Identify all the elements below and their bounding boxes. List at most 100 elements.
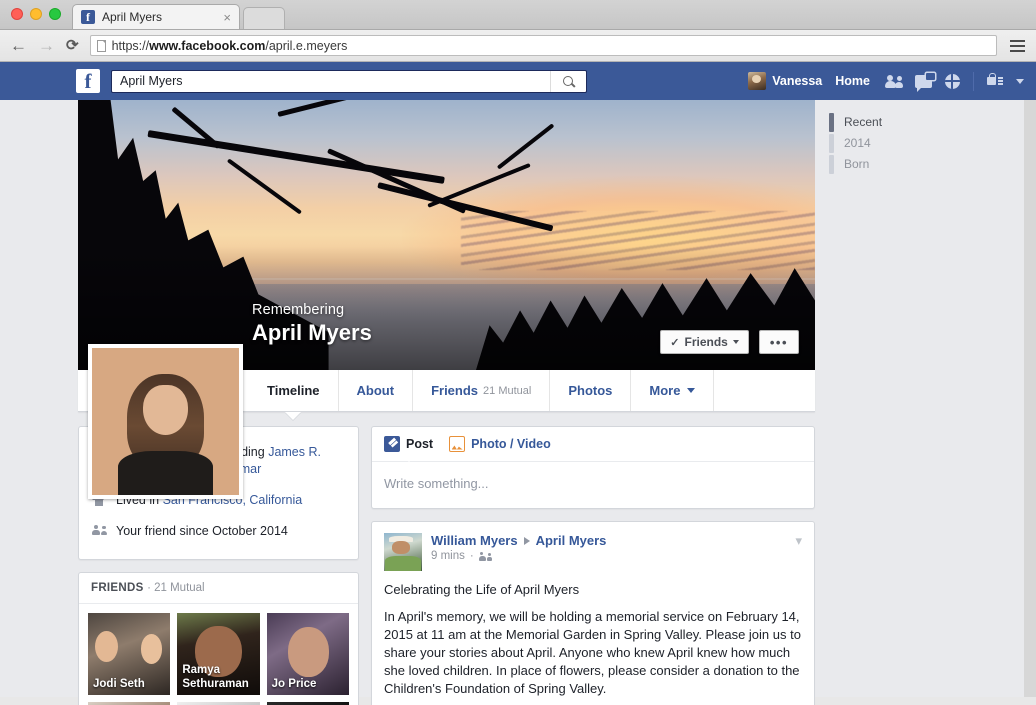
pencil-icon [384,436,400,452]
window-traffic-lights [0,8,61,29]
remembering-block: Remembering April Myers [252,302,372,346]
timeline-post: William Myers April Myers 9 mins · [371,521,815,705]
privacy-shortcuts-button[interactable] [987,77,1003,85]
home-link[interactable]: Home [835,74,870,88]
post-target-name[interactable]: April Myers [536,533,607,548]
search-input[interactable] [112,74,550,88]
meta-separator: · [470,550,474,562]
post-author-avatar[interactable] [384,533,422,571]
facebook-page: Remembering April Myers ✓ Friends ••• [0,100,1036,697]
page-info-icon [97,40,106,52]
friends-status-label: Friends [685,335,728,349]
notifications-button[interactable] [945,74,960,89]
post-text: In April's memory, we will be holding a … [384,608,802,698]
post-options-chevron-down-icon[interactable]: ▾ [795,533,802,549]
friend-requests-button[interactable] [883,75,902,88]
composer-tab-post[interactable]: Post [384,436,433,452]
lock-icon [987,77,996,85]
rail-item-label: 2014 [844,136,871,150]
facebook-top-bar: f Vanessa Home [0,62,1036,100]
rail-indicator [829,134,834,153]
messages-button[interactable] [915,75,932,88]
composer-tabs: Post Photo / Video [372,427,814,462]
search-box[interactable] [111,70,587,93]
search-button[interactable] [550,71,586,92]
current-user-avatar [748,72,766,90]
profile-picture[interactable] [88,344,243,499]
chevron-down-icon [733,340,739,344]
people-icon [91,523,106,535]
friend-tile[interactable]: Ramya Sethuraman [177,613,259,695]
url-text: https://www.facebook.com/april.e.meyers [112,39,348,53]
reload-icon[interactable]: ⟳ [66,38,79,53]
back-icon[interactable]: ← [10,37,27,54]
tab-friends[interactable]: Friends 21 Mutual [413,370,550,411]
profile-face [143,385,187,435]
profile-picture-image [92,348,239,495]
messages-icon [915,75,932,88]
rail-item-born[interactable]: Born [829,154,1036,174]
rail-indicator [829,113,834,132]
friends-card-title[interactable]: FRIENDS [91,582,144,594]
post-composer: Post Photo / Video Write something... [371,426,815,509]
post-headline: Celebrating the Life of April Myers [384,581,802,599]
post-timestamp[interactable]: 9 mins [431,550,465,562]
minimize-window-button[interactable] [30,8,42,20]
friend-name: Jodi Seth [93,678,166,691]
composer-tab-photo-label: Photo / Video [471,437,551,451]
maximize-window-button[interactable] [49,8,61,20]
friend-since-text: Your friend since October 2014 [116,523,346,540]
facebook-logo-icon[interactable]: f [76,69,100,93]
friends-card: FRIENDS · 21 Mutual Jodi Seth Ramya Seth… [78,572,359,705]
new-tab-button[interactable] [243,7,285,29]
browser-tab-active[interactable]: f April Myers × [72,4,240,29]
lock-lines-icon [998,77,1003,85]
info-row-friend-since: Your friend since October 2014 [91,516,346,547]
composer-tab-photo-video[interactable]: Photo / Video [449,436,551,452]
browser-window: f April Myers × ← → ⟳ https://www.facebo… [0,0,1036,705]
current-user-name: Vanessa [772,74,822,88]
forward-icon[interactable]: → [38,37,55,54]
close-window-button[interactable] [11,8,23,20]
rail-item-recent[interactable]: Recent [829,112,1036,132]
post-header-text: William Myers April Myers 9 mins · [431,533,606,571]
tab-timeline-label: Timeline [267,383,320,398]
friend-name: Ramya Sethuraman [182,664,255,690]
friend-tile[interactable]: Jo Price [267,613,349,695]
friends-card-header: FRIENDS · 21 Mutual [79,573,358,604]
post-header: William Myers April Myers 9 mins · [372,522,814,571]
tab-timeline[interactable]: Timeline [249,370,339,411]
tab-photos[interactable]: Photos [550,370,631,411]
friend-name: Jo Price [272,678,345,691]
friends-grid: Jodi Seth Ramya Sethuraman Jo Price [79,604,358,705]
more-options-button[interactable]: ••• [759,330,799,354]
close-tab-icon[interactable]: × [215,10,231,25]
browser-toolbar: ← → ⟳ https://www.facebook.com/april.e.m… [0,30,1036,62]
timeline-column: Post Photo / Video Write something... [371,426,815,705]
browser-menu-icon[interactable] [1008,40,1026,52]
chevron-down-icon [687,388,695,393]
composer-input[interactable]: Write something... [372,462,814,508]
cover-photo[interactable]: Remembering April Myers ✓ Friends ••• [78,100,815,370]
audience-friends-icon[interactable] [479,552,491,561]
photo-icon [449,436,465,452]
post-to-arrow-icon [524,537,530,545]
tab-more-label: More [649,383,680,398]
friend-tile[interactable]: Jodi Seth [88,613,170,695]
friends-card-mutual: · 21 Mutual [147,582,205,594]
current-user-link[interactable]: Vanessa [748,72,822,90]
top-bar-right: Vanessa Home [748,72,1024,91]
tab-about[interactable]: About [339,370,414,411]
check-icon: ✓ [670,336,679,349]
tab-more[interactable]: More [631,370,714,411]
timeline-year-rail: Recent 2014 Born [815,100,1036,697]
tab-about-label: About [357,383,395,398]
post-author-name[interactable]: William Myers [431,533,518,548]
tab-friends-mutual-count: 21 Mutual [483,385,531,397]
rail-item-2014[interactable]: 2014 [829,133,1036,153]
friends-status-button[interactable]: ✓ Friends [660,330,749,354]
account-menu-chevron-down-icon[interactable] [1016,79,1024,84]
address-bar[interactable]: https://www.facebook.com/april.e.meyers [90,35,997,56]
url-prefix: https:// [112,39,150,53]
rail-indicator [829,155,834,174]
